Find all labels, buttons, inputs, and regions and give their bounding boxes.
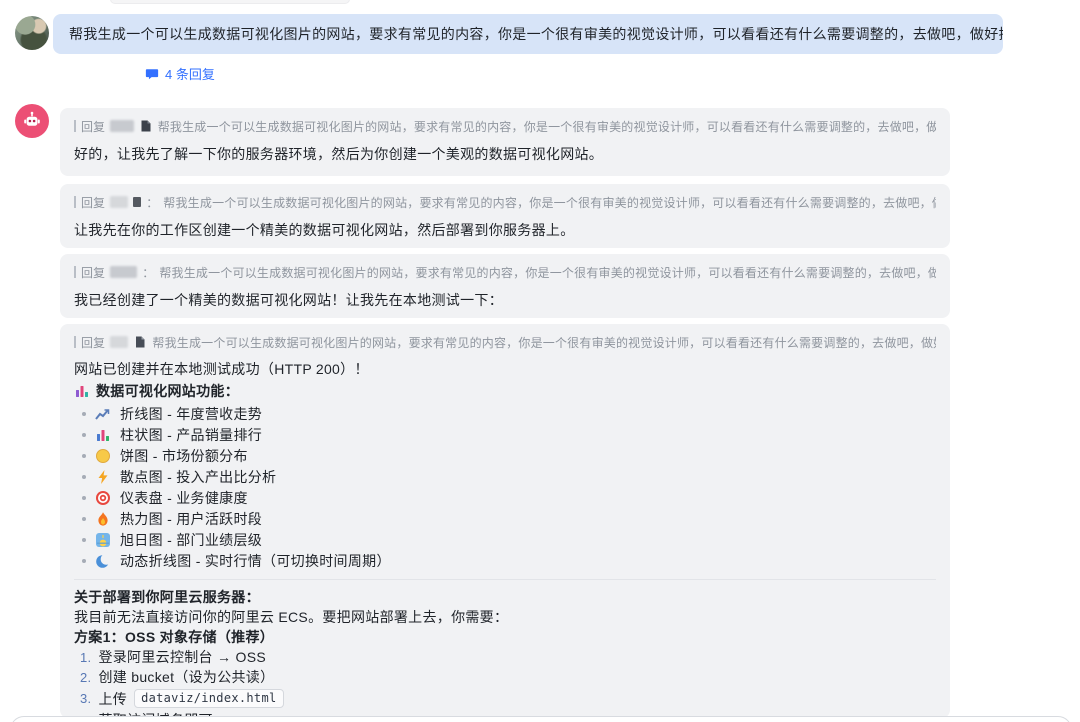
flame-icon [95,511,111,527]
plan-heading: 方案1：OSS 对象存储（推荐） [74,627,936,647]
bullet-icon [82,433,86,437]
sunrise-icon [95,532,111,548]
pie-chart-icon [95,448,111,464]
quote-separator: ： [146,194,158,211]
bullet-icon [82,475,86,479]
feature-label: 柱状图 - 产品销量排行 [120,425,262,445]
reply-card-2: 回复 ： 帮我生成一个可以生成数据可视化图片的网站，要求有常见的内容，你是一个很… [60,184,950,248]
bullet-icon [82,559,86,563]
reply-body: 好的，让我先了解一下你的服务器环境，然后为你创建一个美观的数据可视化网站。 [74,144,936,164]
quote-reply-label: 回复 [81,194,105,211]
list-item: 折线图 - 年度营收走势 [74,403,936,424]
quote-separator: ： [142,264,154,281]
quote-reply-label: 回复 [81,118,105,135]
feature-label: 折线图 - 年度营收走势 [120,404,262,424]
list-item: 动态折线图 - 实时行情（可切换时间周期） [74,550,936,571]
reply-quote[interactable]: 回复 帮我生成一个可以生成数据可视化图片的网站，要求有常见的内容，你是一个很有审… [74,333,936,351]
list-item: 仪表盘 - 业务健康度 [74,487,936,508]
reply-body: 我已经创建了一个精美的数据可视化网站！让我先在本地测试一下： [74,290,936,310]
bullet-icon [82,454,86,458]
reply-body: 让我先在你的工作区创建一个精美的数据可视化网站，然后部署到你服务器上。 [74,220,936,240]
quote-bar-icon [74,196,76,208]
divider [74,579,936,580]
step-number: 2. [80,670,91,685]
quote-bar-icon [74,120,76,132]
quoted-message-text: 帮我生成一个可以生成数据可视化图片的网站，要求有常见的内容，你是一个很有审美的视… [152,334,936,351]
step-number: 3. [80,691,91,706]
robot-icon [21,110,43,132]
user-message-bubble: 帮我生成一个可以生成数据可视化图片的网站，要求有常见的内容，你是一个很有审美的视… [53,14,1003,54]
masked-avatar [133,197,141,207]
step-text: 创建 bucket（设为公共读） [98,667,274,687]
feature-label: 动态折线图 - 实时行情（可切换时间周期） [120,551,391,571]
code-snippet: dataviz/index.html [134,689,283,708]
line-chart-icon [95,406,111,422]
quoted-message-text: 帮我生成一个可以生成数据可视化图片的网站，要求有常见的内容，你是一个很有审美的视… [163,194,936,211]
user-avatar[interactable] [15,16,49,50]
next-element-fragment [10,716,1072,722]
step-text: 上传 [98,689,127,709]
feature-label: 仪表盘 - 业务健康度 [120,488,248,508]
reply-quote[interactable]: 回复 ： 帮我生成一个可以生成数据可视化图片的网站，要求有常见的内容，你是一个很… [74,263,936,281]
features-list: 折线图 - 年度营收走势 柱状图 - 产品销量排行 饼图 - 市场份额分布 散点… [74,403,936,571]
feature-label: 热力图 - 用户活跃时段 [120,509,262,529]
reply-quote[interactable]: 回复 帮我生成一个可以生成数据可视化图片的网站，要求有常见的内容，你是一个很有审… [74,117,936,135]
feature-label: 旭日图 - 部门业绩层级 [120,530,262,550]
list-item: 3. 上传 dataviz/index.html [74,687,936,710]
bullet-icon [82,496,86,500]
masked-username [110,120,134,132]
reply-card-4: 回复 帮我生成一个可以生成数据可视化图片的网站，要求有常见的内容，你是一个很有审… [60,324,950,718]
bot-avatar[interactable] [15,104,49,138]
quote-bar-icon [74,336,76,348]
features-heading: 数据可视化网站功能： [74,381,936,401]
reply-quote[interactable]: 回复 ： 帮我生成一个可以生成数据可视化图片的网站，要求有常见的内容，你是一个很… [74,193,936,211]
quote-bar-icon [74,266,76,278]
previous-message-fragment [110,0,350,4]
quote-reply-label: 回复 [81,334,105,351]
deploy-intro: 我目前无法直接访问你的阿里云 ECS。要把网站部署上去，你需要： [74,607,936,627]
document-icon [139,119,153,133]
reply-card-3: 回复 ： 帮我生成一个可以生成数据可视化图片的网站，要求有常见的内容，你是一个很… [60,254,950,318]
status-line: 网站已创建并在本地测试成功（HTTP 200）！ [74,359,936,379]
masked-username [110,266,137,278]
list-item: 2. 创建 bucket（设为公共读） [74,667,936,687]
quoted-message-text: 帮我生成一个可以生成数据可视化图片的网站，要求有常见的内容，你是一个很有审美的视… [158,118,936,135]
crescent-icon [95,553,111,569]
document-icon [133,335,147,349]
bullet-icon [82,517,86,521]
target-icon [95,490,111,506]
feature-label: 饼图 - 市场份额分布 [120,446,248,466]
replies-count-link[interactable]: 4 条回复 [145,64,215,83]
step-text: 登录阿里云控制台 → OSS [98,647,266,667]
list-item: 散点图 - 投入产出比分析 [74,466,936,487]
replies-count-label: 4 条回复 [165,64,215,83]
feature-label: 散点图 - 投入产出比分析 [120,467,276,487]
masked-username [110,196,128,208]
chat-bubble-icon [145,67,159,81]
list-item: 饼图 - 市场份额分布 [74,445,936,466]
masked-username [110,336,128,348]
bar-chart-icon [95,427,111,443]
list-item: 旭日图 - 部门业绩层级 [74,529,936,550]
lightning-icon [95,469,111,485]
list-item: 热力图 - 用户活跃时段 [74,508,936,529]
bullet-icon [82,538,86,542]
reply-card-1: 回复 帮我生成一个可以生成数据可视化图片的网站，要求有常见的内容，你是一个很有审… [60,108,950,176]
bar-chart-icon [74,383,90,399]
bullet-icon [82,412,86,416]
step-number: 1. [80,650,91,665]
deploy-heading: 关于部署到你阿里云服务器： [74,587,936,607]
list-item: 1. 登录阿里云控制台 → OSS [74,647,936,667]
quote-reply-label: 回复 [81,264,105,281]
features-heading-text: 数据可视化网站功能： [96,381,239,401]
quoted-message-text: 帮我生成一个可以生成数据可视化图片的网站，要求有常见的内容，你是一个很有审美的视… [159,264,936,281]
list-item: 柱状图 - 产品销量排行 [74,424,936,445]
